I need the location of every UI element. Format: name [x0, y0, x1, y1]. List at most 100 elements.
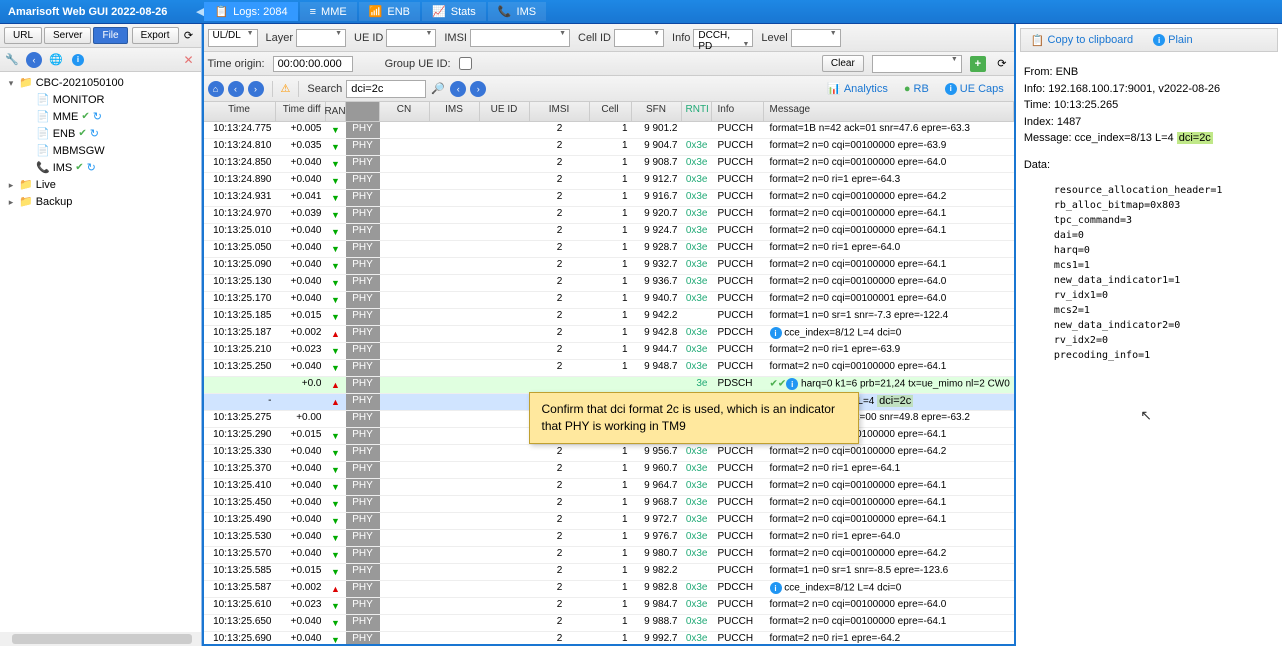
log-row[interactable]: 10:13:25.585+0.015▼PHY219 982.2PUCCHform… — [204, 564, 1014, 581]
log-row[interactable]: 10:13:25.587+0.002▲PHY219 982.80x3ePDCCH… — [204, 581, 1014, 598]
log-row[interactable]: 10:13:25.650+0.040▼PHY219 988.70x3ePUCCH… — [204, 615, 1014, 632]
nav-prev-icon[interactable]: ‹ — [228, 81, 244, 97]
log-row[interactable]: 10:13:24.931+0.041▼PHY219 916.70x3ePUCCH… — [204, 190, 1014, 207]
log-row[interactable]: 10:13:25.130+0.040▼PHY219 936.70x3ePUCCH… — [204, 275, 1014, 292]
log-row[interactable]: 10:13:25.210+0.023▼PHY219 944.70x3ePUCCH… — [204, 343, 1014, 360]
tree-live[interactable]: ▸ 📁 Live — [2, 176, 199, 193]
column-header[interactable]: Time diff — [276, 102, 326, 121]
log-row[interactable]: 10:13:25.530+0.040▼PHY219 976.70x3ePUCCH… — [204, 530, 1014, 547]
expand-icon[interactable]: ▸ — [6, 197, 16, 207]
close-icon[interactable]: ✕ — [181, 52, 197, 68]
tab-logs[interactable]: 📋Logs: 2084 — [204, 2, 297, 21]
level-select[interactable] — [791, 29, 841, 47]
collapse-icon[interactable]: ▾ — [6, 78, 16, 88]
log-row[interactable]: 10:13:25.450+0.040▼PHY219 968.70x3ePUCCH… — [204, 496, 1014, 513]
server-button[interactable]: Server — [44, 27, 91, 44]
column-header[interactable]: RNTI — [682, 102, 712, 121]
tree-item[interactable]: 📄MME ✔ ↻ — [2, 108, 199, 125]
time-origin-label: Time origin: — [208, 58, 265, 70]
binoculars-icon[interactable]: 🔎 — [430, 81, 446, 97]
reload-icon[interactable]: ↻ — [87, 161, 96, 174]
reload-icon[interactable]: ↻ — [90, 127, 99, 140]
log-row[interactable]: 10:13:24.970+0.039▼PHY219 920.70x3ePUCCH… — [204, 207, 1014, 224]
log-row[interactable]: 10:13:25.185+0.015▼PHY219 942.2PUCCHform… — [204, 309, 1014, 326]
log-row[interactable]: 10:13:25.570+0.040▼PHY219 980.70x3ePUCCH… — [204, 547, 1014, 564]
column-header[interactable]: Cell — [590, 102, 632, 121]
uecaps-button[interactable]: iUE Caps — [939, 81, 1010, 97]
cellid-select[interactable] — [614, 29, 664, 47]
search-next-icon[interactable]: › — [470, 81, 486, 97]
tree-item[interactable]: 📄ENB ✔ ↻ — [2, 125, 199, 142]
log-row[interactable]: 10:13:25.050+0.040▼PHY219 928.70x3ePUCCH… — [204, 241, 1014, 258]
tree-item[interactable]: 📄MONITOR — [2, 91, 199, 108]
analytics-button[interactable]: 📊Analytics — [821, 80, 894, 97]
export-button[interactable]: Export — [132, 27, 179, 44]
tree-backup[interactable]: ▸ 📁 Backup — [2, 193, 199, 210]
log-row[interactable]: 10:13:25.690+0.040▼PHY219 992.70x3ePUCCH… — [204, 632, 1014, 644]
file-button[interactable]: File — [93, 27, 127, 44]
log-row[interactable]: 10:13:25.170+0.040▼PHY219 940.70x3ePUCCH… — [204, 292, 1014, 309]
clear-button[interactable]: Clear — [822, 55, 864, 72]
column-header[interactable]: IMSI — [530, 102, 590, 121]
url-button[interactable]: URL — [4, 27, 42, 44]
tab-stats[interactable]: 📈Stats — [422, 2, 486, 21]
log-row[interactable]: 10:13:25.410+0.040▼PHY219 964.70x3ePUCCH… — [204, 479, 1014, 496]
layer-select[interactable] — [296, 29, 346, 47]
column-header[interactable]: IMS — [430, 102, 480, 121]
search-prev-icon[interactable]: ‹ — [450, 81, 466, 97]
tree-item[interactable]: 📄MBMSGW — [2, 142, 199, 159]
log-row[interactable]: 10:13:25.187+0.002▲PHY219 942.80x3ePDCCH… — [204, 326, 1014, 343]
refresh-icon[interactable]: ⟳ — [181, 28, 197, 44]
nav-next-icon[interactable]: › — [248, 81, 264, 97]
time-origin-input[interactable] — [273, 56, 353, 72]
column-header[interactable]: Time — [204, 102, 276, 121]
column-header[interactable]: Message — [764, 102, 1014, 121]
log-row[interactable]: 10:13:25.010+0.040▼PHY219 924.70x3ePUCCH… — [204, 224, 1014, 241]
globe-icon[interactable]: 🌐 — [48, 52, 64, 68]
imsi-select[interactable] — [470, 29, 570, 47]
tab-ims[interactable]: 📞IMS — [488, 2, 546, 21]
copy-clipboard-button[interactable]: 📋Copy to clipboard — [1025, 32, 1139, 49]
folder-icon: 📁 — [19, 76, 33, 89]
log-row[interactable]: 10:13:25.490+0.040▼PHY219 972.70x3ePUCCH… — [204, 513, 1014, 530]
tab-mme[interactable]: ≡MME — [300, 2, 357, 21]
plain-button[interactable]: iPlain — [1147, 32, 1198, 48]
horizontal-scrollbar[interactable] — [0, 632, 201, 646]
log-row[interactable]: 10:13:24.810+0.035▼PHY219 904.70x3ePUCCH… — [204, 139, 1014, 156]
group-ueid-checkbox[interactable] — [459, 57, 472, 70]
column-header[interactable]: RAN — [326, 102, 346, 121]
clear-select[interactable] — [872, 55, 962, 73]
uldl-select[interactable]: UL/DL — [208, 29, 258, 47]
log-row[interactable]: 10:13:25.330+0.040▼PHY219 956.70x3ePUCCH… — [204, 445, 1014, 462]
tree-root[interactable]: ▾ 📁 CBC-2021050100 — [2, 74, 199, 91]
column-header[interactable]: SFN — [632, 102, 682, 121]
rb-button[interactable]: ●RB — [898, 81, 935, 97]
reload-icon[interactable]: ↻ — [93, 110, 102, 123]
tab-enb[interactable]: 📶ENB — [359, 2, 420, 21]
tree-item[interactable]: 📞IMS ✔ ↻ — [2, 159, 199, 176]
collapse-sidebar-icon[interactable]: ◀ — [196, 5, 204, 18]
wrench-icon[interactable]: 🔧 — [4, 52, 20, 68]
refresh-icon[interactable]: ⟳ — [994, 56, 1010, 72]
warning-icon[interactable]: ⚠ — [281, 82, 291, 95]
nav-back-icon[interactable]: ‹ — [26, 52, 42, 68]
column-header[interactable]: Info — [712, 102, 764, 121]
search-input[interactable] — [346, 80, 426, 98]
log-row[interactable]: 10:13:25.250+0.040▼PHY219 948.70x3ePUCCH… — [204, 360, 1014, 377]
column-header[interactable]: CN — [380, 102, 430, 121]
ueid-select[interactable] — [386, 29, 436, 47]
log-row[interactable]: 10:13:24.775+0.005▼PHY219 901.2PUCCHform… — [204, 122, 1014, 139]
info-circle-icon[interactable]: i — [70, 52, 86, 68]
home-icon[interactable]: ⌂ — [208, 81, 224, 97]
column-header[interactable] — [346, 102, 380, 121]
log-row[interactable]: 10:13:25.090+0.040▼PHY219 932.70x3ePUCCH… — [204, 258, 1014, 275]
log-row[interactable]: 10:13:25.610+0.023▼PHY219 984.70x3ePUCCH… — [204, 598, 1014, 615]
expand-icon[interactable]: ▸ — [6, 180, 16, 190]
log-row[interactable]: 10:13:25.370+0.040▼PHY219 960.70x3ePUCCH… — [204, 462, 1014, 479]
log-row[interactable]: 10:13:24.890+0.040▼PHY219 912.70x3ePUCCH… — [204, 173, 1014, 190]
log-row[interactable]: 10:13:24.850+0.040▼PHY219 908.70x3ePUCCH… — [204, 156, 1014, 173]
add-icon[interactable]: + — [970, 56, 986, 72]
column-header[interactable]: UE ID — [480, 102, 530, 121]
info-select[interactable]: DCCH, PD — [693, 29, 753, 47]
detail-info: Info: 192.168.100.17:9001, v2022-08-26 — [1024, 81, 1274, 98]
